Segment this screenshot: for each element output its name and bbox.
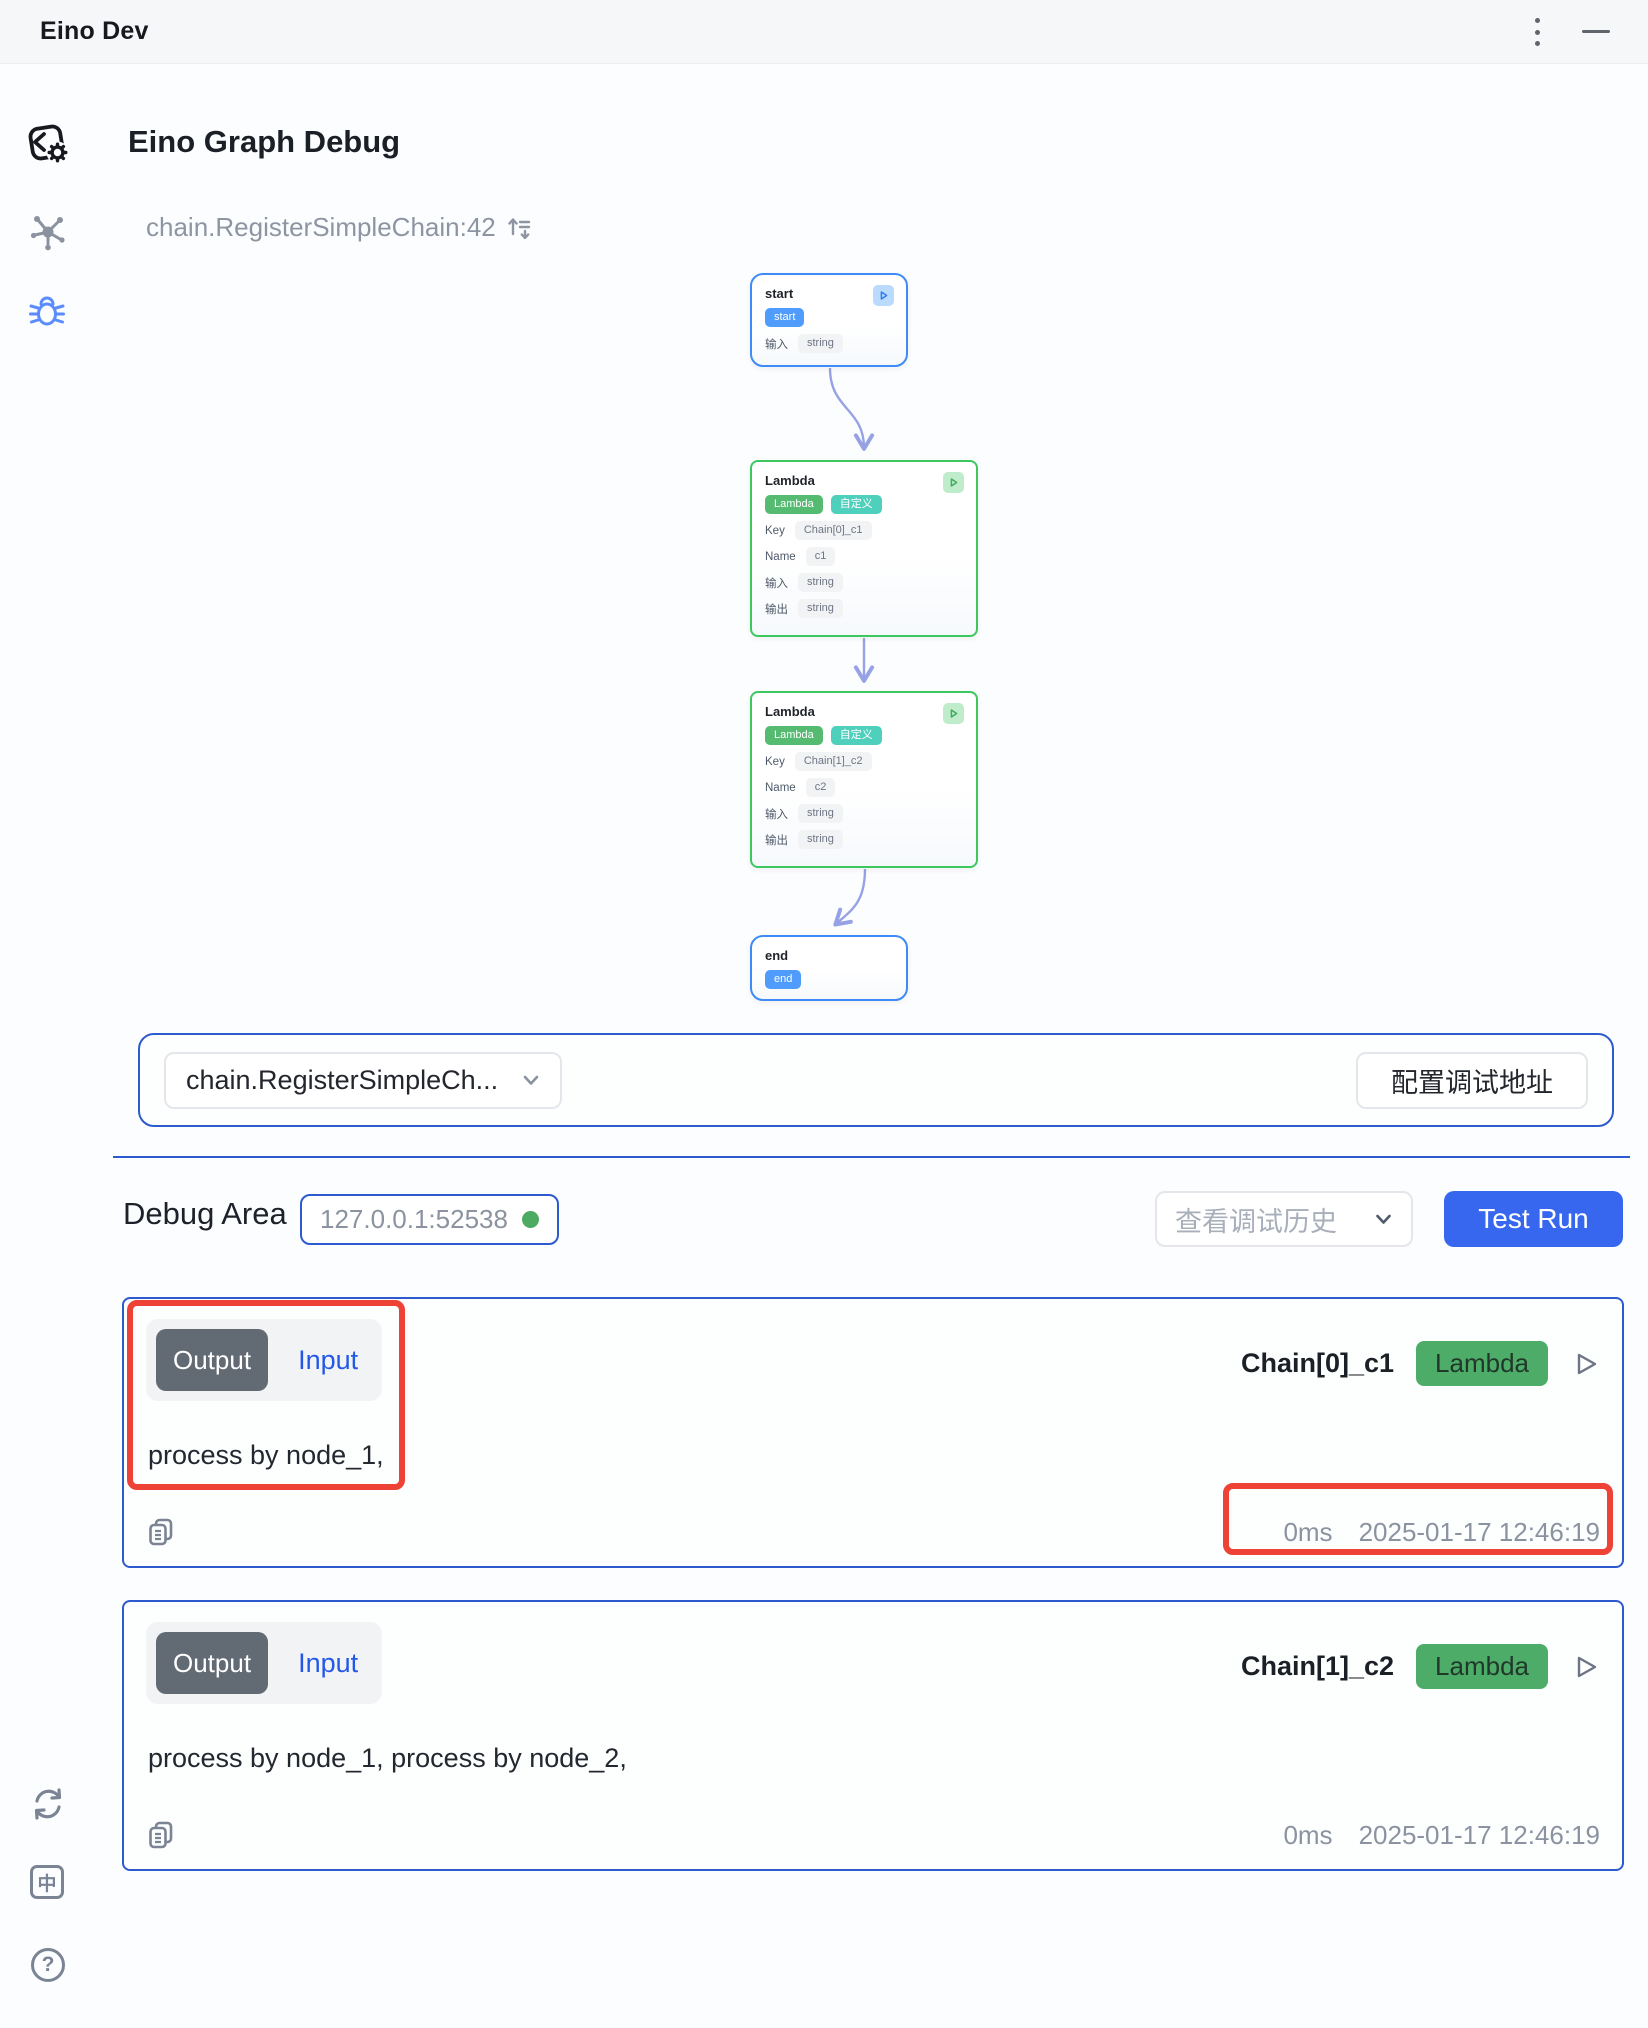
node-title: Lambda — [765, 473, 963, 488]
debug-address-badge: 127.0.0.1:52538 — [300, 1194, 559, 1245]
node-run-icon[interactable] — [943, 472, 964, 493]
test-run-button[interactable]: Test Run — [1444, 1191, 1623, 1247]
result-timestamp: 2025-01-17 12:46:19 — [1359, 1820, 1600, 1851]
result-timestamp: 2025-01-17 12:46:19 — [1359, 1517, 1600, 1548]
node-title: Lambda — [765, 704, 963, 719]
copy-icon[interactable] — [146, 1819, 176, 1851]
app-title: Eino Dev — [40, 17, 149, 46]
tab-input[interactable]: Input — [298, 1648, 358, 1679]
graph-node-lambda1[interactable]: Lambda Lambda 自定义 KeyChain[0]_c1 Namec1 … — [750, 460, 978, 637]
graph-node-start[interactable]: start start 输入 string — [750, 273, 908, 367]
play-icon[interactable] — [1570, 1652, 1600, 1682]
result-duration: 0ms — [1283, 1517, 1332, 1548]
debug-history-dropdown[interactable]: 查看调试历史 — [1155, 1191, 1413, 1247]
chevron-down-icon — [1374, 1212, 1393, 1226]
minimize-icon[interactable] — [1582, 30, 1610, 33]
node-title: end — [765, 948, 893, 963]
result-output-text: process by node_1, — [148, 1440, 384, 1471]
output-input-tabgroup: Output Input — [146, 1622, 382, 1704]
graph-selector-panel: chain.RegisterSimpleCh... 配置调试地址 — [138, 1033, 1614, 1127]
copy-icon[interactable] — [146, 1516, 176, 1548]
output-input-tabgroup: Output Input — [146, 1319, 382, 1401]
result-card-chain0: Output Input Chain[0]_c1 Lambda process … — [122, 1297, 1624, 1568]
graph-select-value: chain.RegisterSimpleCh... — [186, 1065, 498, 1096]
node-run-icon[interactable] — [943, 703, 964, 724]
debug-bug-icon[interactable] — [28, 291, 66, 331]
node-row-value: string — [798, 334, 843, 353]
tab-input[interactable]: Input — [298, 1345, 358, 1376]
node-type-chip: start — [765, 308, 804, 327]
configure-debug-address-button[interactable]: 配置调试地址 — [1356, 1052, 1588, 1109]
graph-select-dropdown[interactable]: chain.RegisterSimpleCh... — [164, 1052, 562, 1109]
debug-history-placeholder: 查看调试历史 — [1175, 1200, 1337, 1239]
tab-output[interactable]: Output — [156, 1632, 268, 1694]
kebab-menu-icon[interactable] — [1530, 18, 1544, 46]
language-toggle-icon[interactable]: 中 — [30, 1865, 64, 1899]
node-type-chip: end — [765, 970, 801, 989]
breadcrumb-chain-name: chain.RegisterSimpleChain:42 — [146, 212, 496, 243]
node-type-chip: Lambda — [765, 726, 823, 745]
panel-splitter[interactable] — [113, 1156, 1630, 1158]
refresh-icon[interactable] — [30, 1786, 66, 1822]
node-custom-chip: 自定义 — [831, 726, 882, 745]
result-node-type-badge: Lambda — [1416, 1341, 1548, 1386]
status-dot-icon — [522, 1211, 539, 1228]
node-row-label: 输入 — [765, 336, 788, 352]
graph-node-end[interactable]: end end — [750, 935, 908, 1001]
result-node-key: Chain[1]_c2 — [1241, 1651, 1394, 1682]
result-card-chain1: Output Input Chain[1]_c2 Lambda process … — [122, 1600, 1624, 1871]
sort-lines-icon[interactable] — [508, 215, 532, 241]
debug-area-title: Debug Area — [123, 1196, 287, 1232]
graph-node-lambda2[interactable]: Lambda Lambda 自定义 KeyChain[1]_c2 Namec2 … — [750, 691, 978, 868]
result-node-key: Chain[0]_c1 — [1241, 1348, 1394, 1379]
page-title: Eino Graph Debug — [128, 124, 400, 160]
eino-logo-icon — [22, 118, 72, 168]
chevron-down-icon — [522, 1073, 540, 1087]
window-titlebar: Eino Dev — [0, 0, 1648, 64]
debug-address: 127.0.0.1:52538 — [320, 1204, 508, 1235]
play-icon[interactable] — [1570, 1349, 1600, 1379]
result-output-text: process by node_1, process by node_2, — [148, 1743, 627, 1774]
node-type-chip: Lambda — [765, 495, 823, 514]
result-duration: 0ms — [1283, 1820, 1332, 1851]
help-icon[interactable]: ? — [31, 1948, 65, 1982]
tab-output[interactable]: Output — [156, 1329, 268, 1391]
graph-network-icon[interactable] — [28, 210, 68, 252]
result-node-type-badge: Lambda — [1416, 1644, 1548, 1689]
node-run-icon[interactable] — [873, 285, 894, 306]
node-custom-chip: 自定义 — [831, 495, 882, 514]
